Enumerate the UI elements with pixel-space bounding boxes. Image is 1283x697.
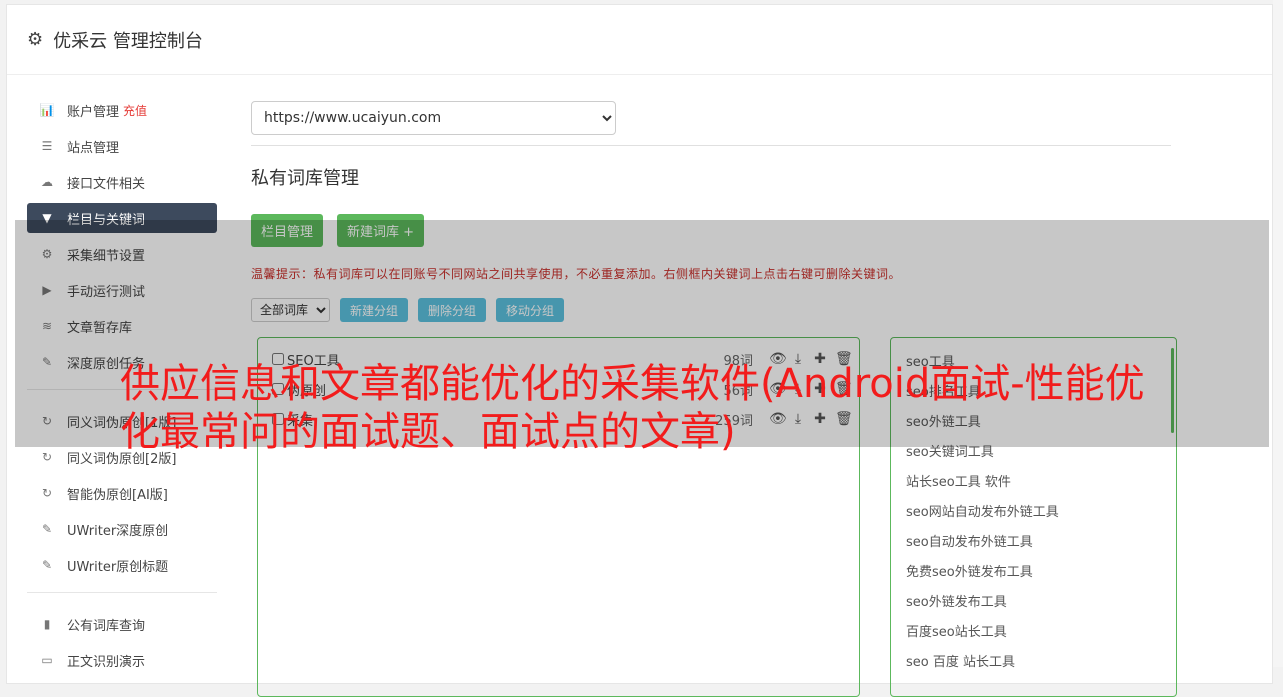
page-scrollbar[interactable] — [1273, 0, 1283, 667]
keyword-item[interactable]: 免费seo外链发布工具 — [906, 560, 1176, 590]
overlay-title: 供应信息和文章都能优化的采集软件(Android面试-性能优化最常问的面试题、面… — [120, 361, 1145, 455]
keyword-item[interactable]: seo 百度 站长工具 — [906, 650, 1176, 680]
keyword-item[interactable]: 百度seo站长工具 — [906, 620, 1176, 650]
bar-chart-icon: 📊 — [39, 103, 55, 117]
sidebar-item-label: 站点管理 — [67, 140, 120, 156]
sidebar-item[interactable]: ▮ 公有词库查询 — [27, 609, 217, 639]
book-icon: ▮ — [43, 617, 51, 631]
keyword-item[interactable]: seo外链发布工具 — [906, 590, 1176, 620]
sidebar-item[interactable]: ✎ UWriter原创标题 — [27, 550, 217, 580]
keyword-item[interactable]: seo网站自动发布外链工具 — [906, 500, 1176, 530]
sidebar-item-label: 智能伪原创[AI版] — [67, 487, 168, 503]
divider — [251, 145, 1171, 146]
sidebar-item-label: 接口文件相关 — [67, 176, 146, 192]
header: ⚙ 优采云 管理控制台 — [7, 5, 1272, 75]
sidebar-item-label: 公有词库查询 — [67, 618, 146, 634]
gear-icon: ⚙ — [27, 28, 44, 50]
refresh-icon: ↻ — [41, 486, 53, 500]
edit-icon: ✎ — [41, 558, 53, 572]
edit-icon: ✎ — [41, 522, 53, 536]
monitor-icon: ▭ — [41, 653, 53, 667]
sidebar-item-label: UWriter原创标题 — [67, 559, 169, 575]
sidebar-item-label: UWriter深度原创 — [67, 523, 169, 539]
keyword-item[interactable]: seo自动发布外链工具 — [906, 530, 1176, 560]
keyword-item[interactable]: 站长seo工具 软件 — [906, 470, 1176, 500]
server-icon: ☰ — [41, 139, 53, 153]
site-select[interactable]: https://www.ucaiyun.com — [251, 101, 616, 135]
sidebar-item[interactable]: ▭ 正文识别演示 — [27, 645, 217, 675]
sidebar-item[interactable]: ☁ 接口文件相关 — [27, 167, 217, 197]
section-title: 私有词库管理 — [251, 168, 359, 189]
cloud-upload-icon: ☁ — [41, 175, 53, 189]
refresh-icon: ↻ — [41, 450, 53, 464]
sidebar-item[interactable]: ☰ 站点管理 — [27, 131, 217, 161]
sidebar-item[interactable]: 📊 账户管理 充值 — [27, 95, 217, 125]
sidebar-item-label: 账户管理 — [67, 104, 120, 120]
recharge-link[interactable]: 充值 — [123, 102, 147, 119]
page-title: 优采云 管理控制台 — [53, 30, 203, 52]
sidebar-divider — [27, 592, 217, 593]
sidebar-item[interactable]: ✎ UWriter深度原创 — [27, 514, 217, 544]
sidebar-item[interactable]: ↻ 智能伪原创[AI版] — [27, 478, 217, 508]
